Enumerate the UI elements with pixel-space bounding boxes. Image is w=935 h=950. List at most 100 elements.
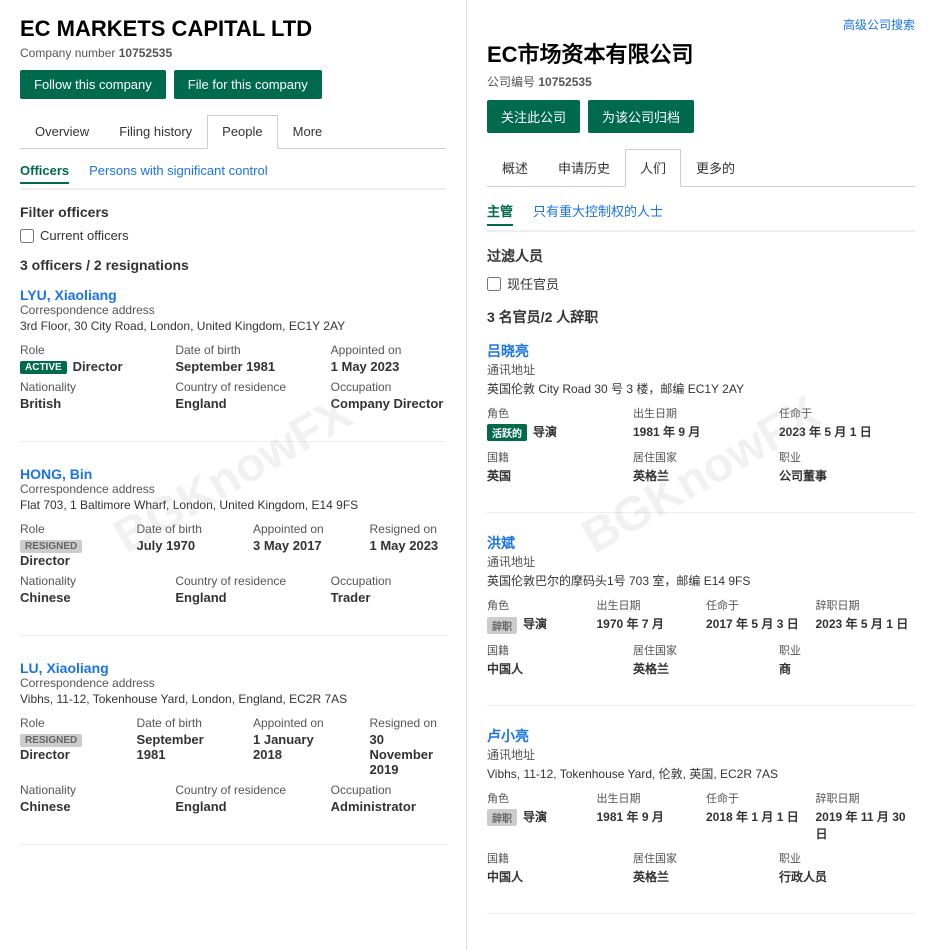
left-panel: BGKnowFX EC MARKETS CAPITAL LTD Company … bbox=[0, 0, 467, 950]
tab-overview[interactable]: Overview bbox=[20, 115, 104, 148]
cn-resigned-value-hong: 2023 年 5 月 1 日 bbox=[816, 615, 916, 632]
officer-name-lu-cn[interactable]: 卢小亮 bbox=[487, 728, 529, 744]
cn-role-value-lyu: 活跃的导演 bbox=[487, 423, 623, 441]
sub-tabs-left: Officers Persons with significant contro… bbox=[20, 163, 446, 190]
officer-count-cn: 3 名官员/2 人辞职 bbox=[487, 307, 915, 327]
action-buttons-right: 关注此公司 为该公司归档 bbox=[487, 100, 915, 133]
current-officers-filter[interactable]: Current officers bbox=[20, 228, 446, 243]
tab-filing-cn[interactable]: 申请历史 bbox=[543, 149, 625, 186]
cn-appointed-value-lu: 2018 年 1 月 1 日 bbox=[706, 808, 806, 825]
officer-detail-row-hong: Nationality Chinese Country of residence… bbox=[20, 574, 446, 605]
sub-tab-psc[interactable]: Persons with significant control bbox=[89, 163, 267, 184]
officer-name-lyu[interactable]: LYU, Xiaoliang bbox=[20, 287, 117, 303]
right-panel: BGKnowFX 高级公司搜索 EC市场资本有限公司 公司编号 10752535… bbox=[467, 0, 935, 950]
officer-address-label-hong: Correspondence address bbox=[20, 482, 446, 496]
tab-filing-history[interactable]: Filing history bbox=[104, 115, 207, 148]
main-tabs-right: 概述 申请历史 人们 更多的 bbox=[487, 149, 915, 187]
officer-role-row-lu: Role RESIGNEDDirector Date of birth Sept… bbox=[20, 716, 446, 777]
filter-title-left: Filter officers bbox=[20, 204, 446, 220]
cn-nationality-hong: 中国人 bbox=[487, 660, 623, 677]
officer-role-row-hong: Role RESIGNEDDirector Date of birth July… bbox=[20, 522, 446, 568]
cn-role-value-lu: 辞职导演 bbox=[487, 808, 587, 826]
officer-address-label-lyu-cn: 通讯地址 bbox=[487, 361, 915, 378]
cn-detail-grid-lu: 国籍 中国人 居住国家 英格兰 职业 行政人员 bbox=[487, 850, 915, 885]
nationality-value-hong: Chinese bbox=[20, 590, 135, 605]
current-officers-filter-cn[interactable]: 现任官员 bbox=[487, 274, 915, 293]
cn-dob-value-hong: 1970 年 7 月 bbox=[597, 615, 697, 632]
dob-value-lyu: September 1981 bbox=[175, 359, 290, 374]
officer-address-lu-cn: Vibhs, 11-12, Tokenhouse Yard, 伦敦, 英国, E… bbox=[487, 765, 915, 782]
officer-name-lyu-cn[interactable]: 吕晓亮 bbox=[487, 343, 529, 359]
sub-tabs-right: 主管 只有重大控制权的人士 bbox=[487, 201, 915, 232]
occupation-value-lyu: Company Director bbox=[331, 396, 446, 411]
cn-occupation-hong: 商 bbox=[779, 660, 915, 677]
sub-tab-officers-cn[interactable]: 主管 bbox=[487, 201, 513, 226]
current-officers-label: Current officers bbox=[40, 228, 129, 243]
cn-dob-col-lyu: 出生日期 1981 年 9 月 bbox=[633, 405, 769, 441]
current-officers-checkbox-cn[interactable] bbox=[487, 277, 501, 291]
officer-address-hong: Flat 703, 1 Baltimore Wharf, London, Uni… bbox=[20, 498, 446, 512]
appointed-col-lyu: Appointed on 1 May 2023 bbox=[331, 343, 446, 374]
officer-name-hong-cn[interactable]: 洪斌 bbox=[487, 535, 515, 551]
cn-occupation-lu: 行政人员 bbox=[779, 868, 915, 885]
dob-col-lyu: Date of birth September 1981 bbox=[175, 343, 290, 374]
tab-overview-cn[interactable]: 概述 bbox=[487, 149, 543, 186]
sub-tab-psc-cn[interactable]: 只有重大控制权的人士 bbox=[533, 201, 663, 226]
occupation-value-hong: Trader bbox=[331, 590, 446, 605]
cn-resigned-badge-hong: 辞职 bbox=[487, 617, 517, 634]
tab-people-cn[interactable]: 人们 bbox=[625, 149, 681, 187]
advanced-search-link[interactable]: 高级公司搜索 bbox=[487, 16, 915, 33]
officer-name-lu[interactable]: LU, Xiaoliang bbox=[20, 660, 109, 676]
cn-detail-grid-hong: 国籍 中国人 居住国家 英格兰 职业 商 bbox=[487, 642, 915, 677]
cn-appointed-value-hong: 2017 年 5 月 3 日 bbox=[706, 615, 806, 632]
cn-dob-value-lyu: 1981 年 9 月 bbox=[633, 423, 769, 440]
file-company-button[interactable]: File for this company bbox=[174, 70, 322, 99]
cn-occupation-lyu: 公司董事 bbox=[779, 467, 915, 484]
follow-company-button[interactable]: Follow this company bbox=[20, 70, 166, 99]
occupation-value-lu: Administrator bbox=[331, 799, 446, 814]
officer-count-left: 3 officers / 2 resignations bbox=[20, 257, 446, 273]
officer-address-lu: Vibhs, 11-12, Tokenhouse Yard, London, E… bbox=[20, 692, 446, 706]
officer-detail-row-lyu: Nationality British Country of residence… bbox=[20, 380, 446, 411]
officer-block-hong: HONG, Bin Correspondence address Flat 70… bbox=[20, 466, 446, 636]
active-badge-lyu: ACTIVE bbox=[20, 361, 67, 374]
filter-section-right: 过滤人员 现任官员 bbox=[487, 246, 915, 293]
appointed-value-lu: 1 January 2018 bbox=[253, 732, 330, 762]
company-title-cn: EC市场资本有限公司 bbox=[487, 37, 915, 69]
officer-block-lyu-cn: 吕晓亮 通讯地址 英国伦敦 City Road 30 号 3 楼，邮编 EC1Y… bbox=[487, 341, 915, 513]
main-tabs-left: Overview Filing history People More bbox=[20, 115, 446, 149]
residence-value-lyu: England bbox=[175, 396, 290, 411]
cn-residence-lu: 英格兰 bbox=[633, 868, 769, 885]
sub-tab-officers[interactable]: Officers bbox=[20, 163, 69, 184]
cn-nationality-lu: 中国人 bbox=[487, 868, 623, 885]
cn-detail-grid-lyu: 国籍 英国 居住国家 英格兰 职业 公司董事 bbox=[487, 449, 915, 484]
role-value-hong: RESIGNEDDirector bbox=[20, 538, 97, 568]
follow-company-button-cn[interactable]: 关注此公司 bbox=[487, 100, 580, 133]
tab-more[interactable]: More bbox=[278, 115, 338, 148]
company-number-left: Company number 10752535 bbox=[20, 46, 446, 60]
file-company-button-cn[interactable]: 为该公司归档 bbox=[588, 100, 694, 133]
appointed-value-hong: 3 May 2017 bbox=[253, 538, 330, 553]
officer-block-lu: LU, Xiaoliang Correspondence address Vib… bbox=[20, 660, 446, 845]
tab-more-cn[interactable]: 更多的 bbox=[681, 149, 750, 186]
cn-residence-lyu: 英格兰 bbox=[633, 467, 769, 484]
officer-name-hong[interactable]: HONG, Bin bbox=[20, 466, 92, 482]
tab-people[interactable]: People bbox=[207, 115, 277, 149]
cn-role-grid-hong: 角色 辞职导演 出生日期 1970 年 7 月 任命于 2017 年 5 月 3… bbox=[487, 597, 915, 633]
role-col-lyu: Role ACTIVEDirector bbox=[20, 343, 135, 374]
officer-block-lyu: LYU, Xiaoliang Correspondence address 3r… bbox=[20, 287, 446, 442]
cn-resigned-badge-lu: 辞职 bbox=[487, 809, 517, 826]
officer-block-hong-cn: 洪斌 通讯地址 英国伦敦巴尔的摩码头1号 703 室，邮编 E14 9FS 角色… bbox=[487, 533, 915, 705]
officer-address-lyu-cn: 英国伦敦 City Road 30 号 3 楼，邮编 EC1Y 2AY bbox=[487, 380, 915, 397]
cn-resigned-value-lu: 2019 年 11 月 30 日 bbox=[816, 808, 916, 842]
resigned-badge-lu: RESIGNED bbox=[20, 734, 82, 747]
dob-value-hong: July 1970 bbox=[137, 538, 214, 553]
officer-address-label-lu: Correspondence address bbox=[20, 676, 446, 690]
current-officers-checkbox[interactable] bbox=[20, 229, 34, 243]
residence-value-lu: England bbox=[175, 799, 290, 814]
cn-residence-hong: 英格兰 bbox=[633, 660, 769, 677]
filter-section-left: Filter officers Current officers bbox=[20, 204, 446, 243]
current-officers-label-cn: 现任官员 bbox=[507, 274, 559, 293]
officer-address-label-lyu: Correspondence address bbox=[20, 303, 446, 317]
cn-appointed-value-lyu: 2023 年 5 月 1 日 bbox=[779, 423, 915, 440]
